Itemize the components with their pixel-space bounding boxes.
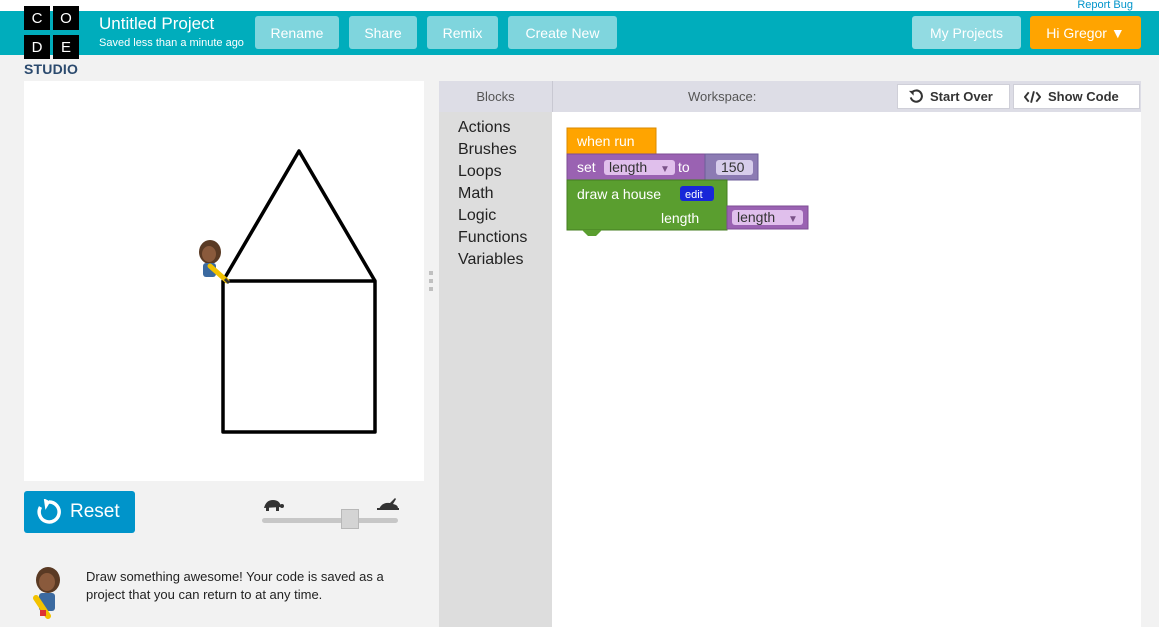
turtle-icon — [264, 500, 284, 511]
resize-grip-icon[interactable] — [428, 270, 434, 292]
draw-a-house-block[interactable]: draw a house edit length length ▼ — [566, 179, 809, 236]
artist-character-icon — [199, 240, 231, 285]
logo-letter-d: D — [24, 35, 50, 59]
start-over-button[interactable]: Start Over — [897, 84, 1010, 109]
code-blocks[interactable]: when run set length ▼ to 150 draw a hous… — [560, 122, 820, 242]
speed-slider-thumb[interactable] — [341, 509, 360, 529]
show-code-button[interactable]: Show Code — [1013, 84, 1140, 109]
set-to-label: to — [678, 159, 690, 175]
toolbox-category-math[interactable]: Math — [458, 185, 494, 203]
logo-letter-c: C — [24, 6, 50, 30]
my-projects-button[interactable]: My Projects — [912, 16, 1021, 49]
toolbox-category-logic[interactable]: Logic — [458, 207, 496, 225]
rabbit-icon — [377, 498, 399, 510]
top-strip: Report Bug — [0, 0, 1159, 11]
drawing-svg — [199, 149, 377, 434]
start-over-icon — [908, 89, 923, 103]
logo-letter-o: O — [53, 6, 79, 30]
reset-button[interactable]: Reset — [24, 491, 135, 533]
reset-label: Reset — [70, 501, 120, 522]
toolbox-category-brushes[interactable]: Brushes — [458, 141, 517, 159]
set-variable-block[interactable]: set length ▼ to 150 — [566, 153, 759, 181]
drawing-canvas[interactable] — [24, 81, 424, 481]
when-run-label: when run — [576, 133, 635, 149]
reset-icon — [37, 499, 61, 524]
set-value-field[interactable]: 150 — [721, 159, 745, 175]
code-icon — [1024, 90, 1041, 103]
remix-button[interactable]: Remix — [427, 16, 498, 49]
logo-letter-e: E — [53, 35, 79, 59]
house-walls — [221, 279, 377, 434]
when-run-block[interactable]: when run — [566, 127, 657, 155]
function-name-label: draw a house — [577, 186, 661, 202]
speed-slider[interactable] — [258, 495, 403, 530]
toolbox-category-actions[interactable]: Actions — [458, 119, 510, 137]
show-code-label: Show Code — [1048, 89, 1119, 104]
set-label: set — [577, 159, 596, 175]
set-variable-dropdown-icon[interactable]: ▼ — [660, 164, 670, 175]
house-drawing — [221, 149, 377, 434]
toolbox-category-functions[interactable]: Functions — [458, 229, 527, 247]
toolbox-category-loops[interactable]: Loops — [458, 163, 502, 181]
workspace-label: Workspace: — [688, 89, 757, 104]
instructions-text: Draw something awesome! Your code is sav… — [86, 569, 384, 602]
project-title: Untitled Project — [99, 14, 215, 33]
house-roof — [221, 149, 377, 282]
logo-studio-label: STUDIO — [24, 61, 79, 77]
report-bug-link[interactable]: Report Bug — [1077, 0, 1133, 11]
start-over-label: Start Over — [930, 89, 993, 104]
saved-status: Saved less than a minute ago — [99, 37, 244, 49]
parameter-dropdown-icon[interactable]: ▼ — [788, 214, 798, 225]
blocks-header: Blocks — [439, 81, 552, 112]
set-variable-name: length — [609, 159, 647, 175]
toolbox: Actions Brushes Loops Math Logic Functio… — [439, 112, 552, 627]
rename-button[interactable]: Rename — [255, 16, 339, 49]
share-button[interactable]: Share — [349, 16, 417, 49]
parameter-label: length — [661, 210, 699, 226]
edit-function-button[interactable]: edit — [685, 189, 703, 201]
user-menu-button[interactable]: Hi Gregor ▼ — [1030, 16, 1141, 49]
artist-avatar-icon — [33, 567, 60, 619]
speed-slider-track[interactable] — [262, 518, 398, 523]
toolbox-category-variables[interactable]: Variables — [458, 251, 524, 269]
code-studio-logo[interactable]: C O D E STUDIO — [24, 6, 80, 77]
create-new-button[interactable]: Create New — [508, 16, 617, 49]
parameter-value: length — [737, 209, 775, 225]
